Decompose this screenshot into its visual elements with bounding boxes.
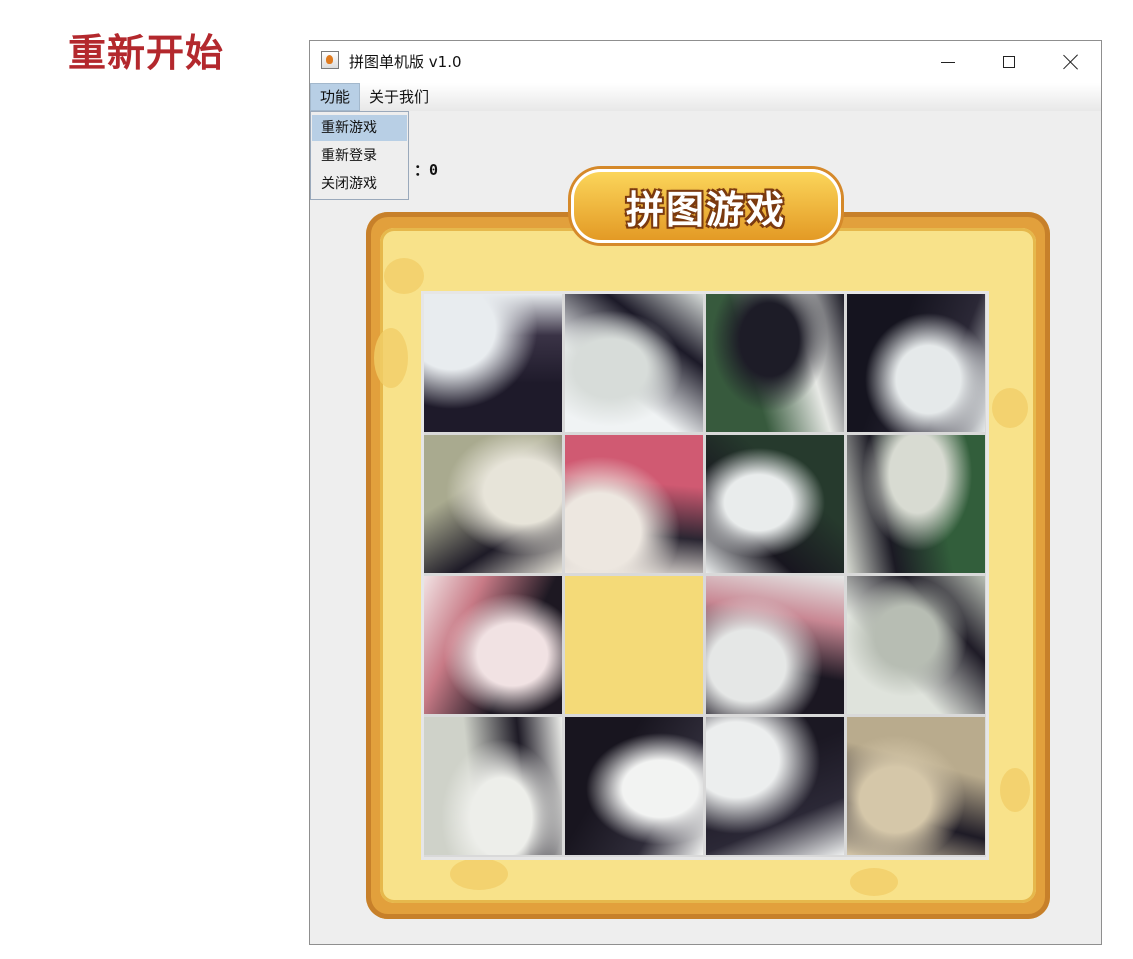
- minimize-icon: [941, 61, 955, 63]
- puzzle-tile[interactable]: [424, 435, 562, 573]
- puzzle-tile[interactable]: [424, 717, 562, 855]
- frame-spot: [1000, 768, 1030, 812]
- frame-spot: [992, 388, 1028, 428]
- puzzle-tile[interactable]: [565, 435, 703, 573]
- window-title: 拼图单机版 v1.0: [349, 53, 462, 71]
- function-dropdown-menu: 重新游戏 重新登录 关闭游戏: [310, 111, 409, 200]
- app-window: 拼图单机版 v1.0 功能 关于我们 ：0 拼图游戏 重新游戏 重新登录 关闭游…: [309, 40, 1102, 945]
- puzzle-tile[interactable]: [847, 576, 985, 714]
- maximize-button[interactable]: [986, 47, 1032, 77]
- menu-item-close-game[interactable]: 关闭游戏: [312, 171, 407, 197]
- puzzle-tile[interactable]: [424, 576, 562, 714]
- frame-spot: [374, 328, 408, 388]
- puzzle-tile[interactable]: [847, 717, 985, 855]
- menu-item-restart-game[interactable]: 重新游戏: [312, 115, 407, 141]
- step-counter: ：0: [414, 161, 439, 179]
- page-heading: 重新开始: [68, 31, 225, 75]
- menu-item-relogin[interactable]: 重新登录: [312, 143, 407, 169]
- puzzle-tile[interactable]: [847, 294, 985, 432]
- menu-about-us[interactable]: 关于我们: [363, 83, 435, 111]
- empty-tile: [565, 576, 703, 714]
- menu-bar: 功能 关于我们: [310, 83, 1101, 111]
- frame-spot: [850, 868, 898, 896]
- frame-spot: [450, 858, 508, 890]
- puzzle-tile[interactable]: [424, 294, 562, 432]
- menu-function[interactable]: 功能: [310, 83, 361, 111]
- puzzle-tile[interactable]: [706, 435, 844, 573]
- minimize-button[interactable]: [925, 47, 971, 77]
- title-bar[interactable]: 拼图单机版 v1.0: [310, 41, 1101, 83]
- game-title-text: 拼图游戏: [625, 187, 786, 232]
- puzzle-tile[interactable]: [706, 717, 844, 855]
- puzzle-tile[interactable]: [565, 717, 703, 855]
- puzzle-tile[interactable]: [706, 576, 844, 714]
- close-icon: [1063, 54, 1079, 70]
- puzzle-tile[interactable]: [706, 294, 844, 432]
- puzzle-tile[interactable]: [847, 435, 985, 573]
- puzzle-board: [421, 291, 989, 860]
- java-app-icon: [321, 51, 339, 69]
- game-title-badge: 拼图游戏: [571, 169, 841, 243]
- maximize-icon: [1003, 56, 1015, 68]
- puzzle-tile[interactable]: [565, 294, 703, 432]
- close-button[interactable]: [1048, 47, 1094, 77]
- frame-spot: [384, 258, 424, 294]
